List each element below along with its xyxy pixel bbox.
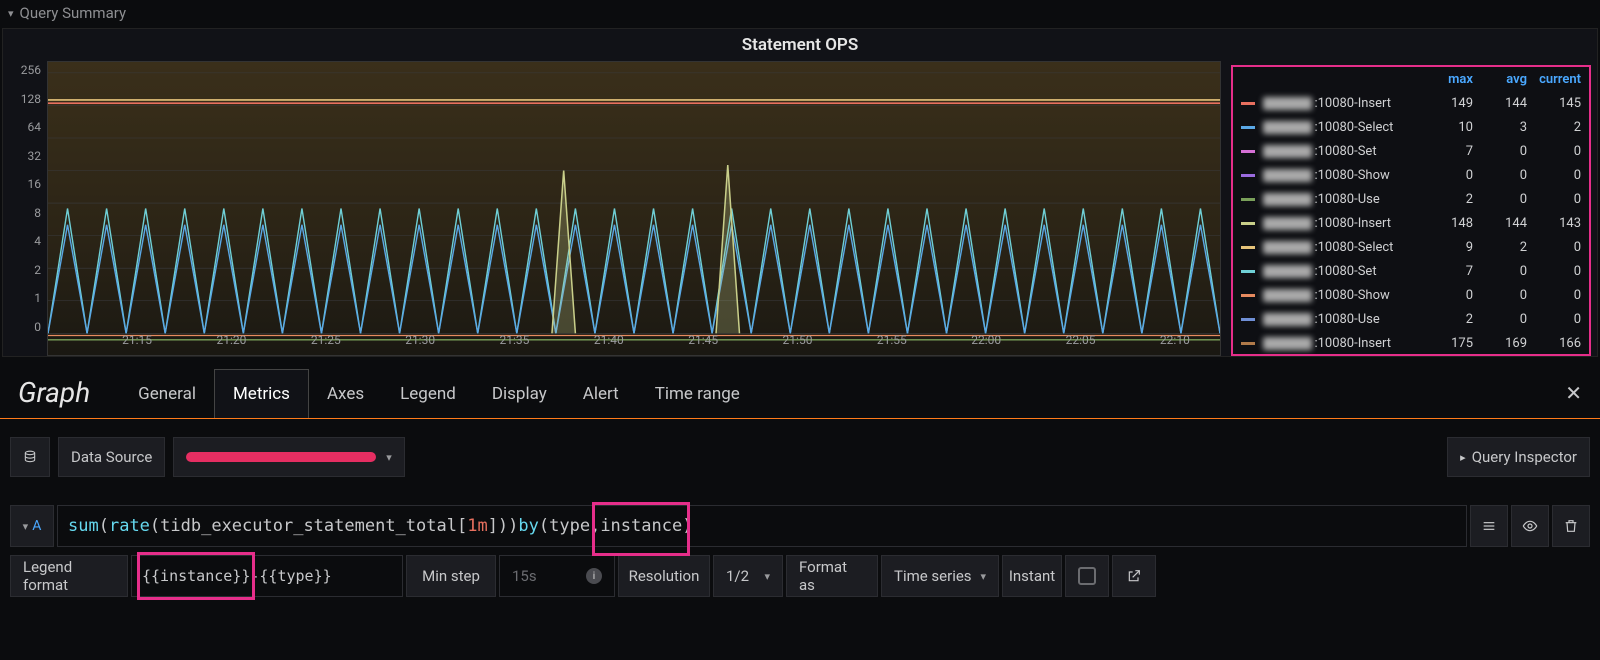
query-expression-input[interactable]: sum(rate(tidb_executor_statement_total[1… xyxy=(57,505,1467,547)
chart-area[interactable]: 25612864321684210 xyxy=(3,61,1221,356)
legend-format-highlight: {{instance}} xyxy=(142,567,250,585)
legend-col-max[interactable]: max xyxy=(1427,72,1481,87)
tab-general[interactable]: General xyxy=(120,370,214,418)
legend-item[interactable]: 10.x.x.x:10080-Use200 xyxy=(1233,307,1589,331)
query-block: ▾ A sum(rate(tidb_executor_statement_tot… xyxy=(10,505,1590,597)
caret-down-icon: ▾ xyxy=(980,570,986,583)
tab-alert[interactable]: Alert xyxy=(565,370,637,418)
legend-item[interactable]: 10.x.x.x:10080-Insert149144145 xyxy=(1233,91,1589,115)
instant-label: Instant xyxy=(1002,555,1062,597)
section-header[interactable]: ▾ Query Summary xyxy=(0,0,1600,26)
eye-icon xyxy=(1522,518,1538,534)
chart-svg xyxy=(48,62,1220,355)
caret-down-icon: ▾ xyxy=(764,570,770,583)
delete-query-button[interactable] xyxy=(1552,505,1590,547)
external-link-button[interactable] xyxy=(1112,555,1156,597)
instant-checkbox[interactable] xyxy=(1065,555,1109,597)
tab-metrics[interactable]: Metrics xyxy=(214,369,309,418)
query-inspector-label: Query Inspector xyxy=(1472,448,1577,466)
legend-item[interactable]: 10.x.x.x:10080-Insert175169166 xyxy=(1233,331,1589,355)
close-icon[interactable]: ✕ xyxy=(1555,375,1592,411)
legend-format-input[interactable]: {{instance}}-{{type}} xyxy=(131,555,403,597)
hamburger-icon xyxy=(1481,518,1497,534)
legend-header: max avg current xyxy=(1233,67,1589,91)
format-as-select[interactable]: Time series▾ xyxy=(881,555,999,597)
plot-canvas[interactable]: 21:1521:2021:2521:3021:3521:4021:4521:50… xyxy=(47,61,1221,356)
editor-tabs: GeneralMetricsAxesLegendDisplayAlertTime… xyxy=(120,367,758,418)
caret-down-icon: ▾ xyxy=(23,520,29,533)
chart-panel: Statement OPS 25612864321684210 xyxy=(2,28,1598,357)
legend-item[interactable]: 10.x.x.x:10080-Show000 xyxy=(1233,283,1589,307)
tab-legend[interactable]: Legend xyxy=(382,370,474,418)
editor-header: Graph GeneralMetricsAxesLegendDisplayAle… xyxy=(0,367,1600,419)
legend-item[interactable]: 10.x.x.x:10080-Select920 xyxy=(1233,235,1589,259)
legend-format-label: Legend format xyxy=(10,555,128,597)
legend-item[interactable]: 10.x.x.x:10080-Set700 xyxy=(1233,139,1589,163)
legend-item[interactable]: 10.x.x.x:10080-Insert148144143 xyxy=(1233,211,1589,235)
chevron-right-icon: ▸ xyxy=(1460,451,1466,464)
legend-item[interactable]: 10.x.x.x:10080-Use200 xyxy=(1233,187,1589,211)
legend-table[interactable]: max avg current 10.x.x.x:10080-Insert149… xyxy=(1231,65,1591,356)
caret-down-icon: ▾ xyxy=(386,451,392,464)
legend-item[interactable]: 10.x.x.x:10080-Set700 xyxy=(1233,259,1589,283)
query-options-row: Legend format {{instance}}-{{type}} Min … xyxy=(10,555,1590,597)
editor-title: Graph xyxy=(18,376,90,409)
datasource-select[interactable]: ▾ xyxy=(173,437,405,477)
tab-time-range[interactable]: Time range xyxy=(637,370,758,418)
hide-query-button[interactable] xyxy=(1511,505,1549,547)
min-step-placeholder: 15s xyxy=(512,567,537,585)
query-ref-id: A xyxy=(32,518,41,534)
legend-item[interactable]: 10.x.x.x:10080-Select1032 xyxy=(1233,115,1589,139)
section-title: Query Summary xyxy=(20,4,127,22)
panel-editor: Graph GeneralMetricsAxesLegendDisplayAle… xyxy=(0,367,1600,597)
resolution-label: Resolution xyxy=(618,555,710,597)
datasource-icon[interactable] xyxy=(10,437,50,477)
resolution-select[interactable]: 1/2▾ xyxy=(713,555,783,597)
x-axis: 21:1521:2021:2521:3021:3521:4021:4521:50… xyxy=(92,333,1220,355)
min-step-label: Min step xyxy=(406,555,496,597)
query-inspector-button[interactable]: ▸ Query Inspector xyxy=(1447,437,1590,477)
panel-title: Statement OPS xyxy=(3,29,1597,61)
trash-icon xyxy=(1563,518,1579,534)
external-link-icon xyxy=(1126,568,1142,584)
tab-display[interactable]: Display xyxy=(474,370,565,418)
legend-col-current[interactable]: current xyxy=(1535,72,1589,87)
query-ref-toggle[interactable]: ▾ A xyxy=(10,505,54,547)
tab-axes[interactable]: Axes xyxy=(309,370,382,418)
datasource-row: Data Source ▾ ▸ Query Inspector xyxy=(10,437,1590,477)
database-icon xyxy=(23,449,37,465)
y-axis: 25612864321684210 xyxy=(3,61,47,356)
legend-item[interactable]: 10.x.x.x:10080-Show000 xyxy=(1233,163,1589,187)
datasource-label: Data Source xyxy=(58,437,165,477)
datasource-name-redacted xyxy=(186,452,376,462)
chevron-down-icon: ▾ xyxy=(8,7,14,20)
format-as-label: Format as xyxy=(786,555,878,597)
toggle-query-button[interactable] xyxy=(1470,505,1508,547)
min-step-input[interactable]: 15s i xyxy=(499,555,615,597)
info-icon[interactable]: i xyxy=(586,568,602,584)
legend-format-rest: -{{type}} xyxy=(250,567,331,585)
legend-col-avg[interactable]: avg xyxy=(1481,72,1535,87)
